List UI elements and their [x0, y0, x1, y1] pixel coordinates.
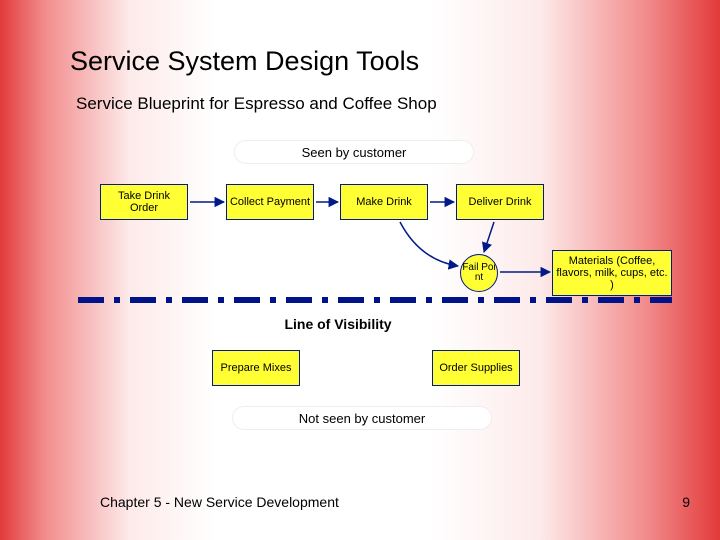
fail-point: Fail Poi nt — [460, 254, 498, 292]
step-take-drink-order: Take Drink Order — [100, 184, 188, 220]
footer-page-number: 9 — [682, 494, 690, 510]
footer-chapter: Chapter 5 - New Service Development — [100, 494, 339, 510]
step-order-supplies: Order Supplies — [432, 350, 520, 386]
slide-subtitle: Service Blueprint for Espresso and Coffe… — [76, 94, 437, 114]
label-seen-by-customer: Seen by customer — [234, 140, 474, 164]
label-line-of-visibility: Line of Visibility — [258, 311, 418, 337]
step-deliver-drink: Deliver Drink — [456, 184, 544, 220]
step-collect-payment: Collect Payment — [226, 184, 314, 220]
step-prepare-mixes: Prepare Mixes — [212, 350, 300, 386]
step-make-drink: Make Drink — [340, 184, 428, 220]
label-not-seen-by-customer: Not seen by customer — [232, 406, 492, 430]
slide-title: Service System Design Tools — [70, 46, 419, 77]
materials-box: Materials (Coffee, flavors, milk, cups, … — [552, 250, 672, 296]
slide: Service System Design Tools Service Blue… — [0, 0, 720, 540]
